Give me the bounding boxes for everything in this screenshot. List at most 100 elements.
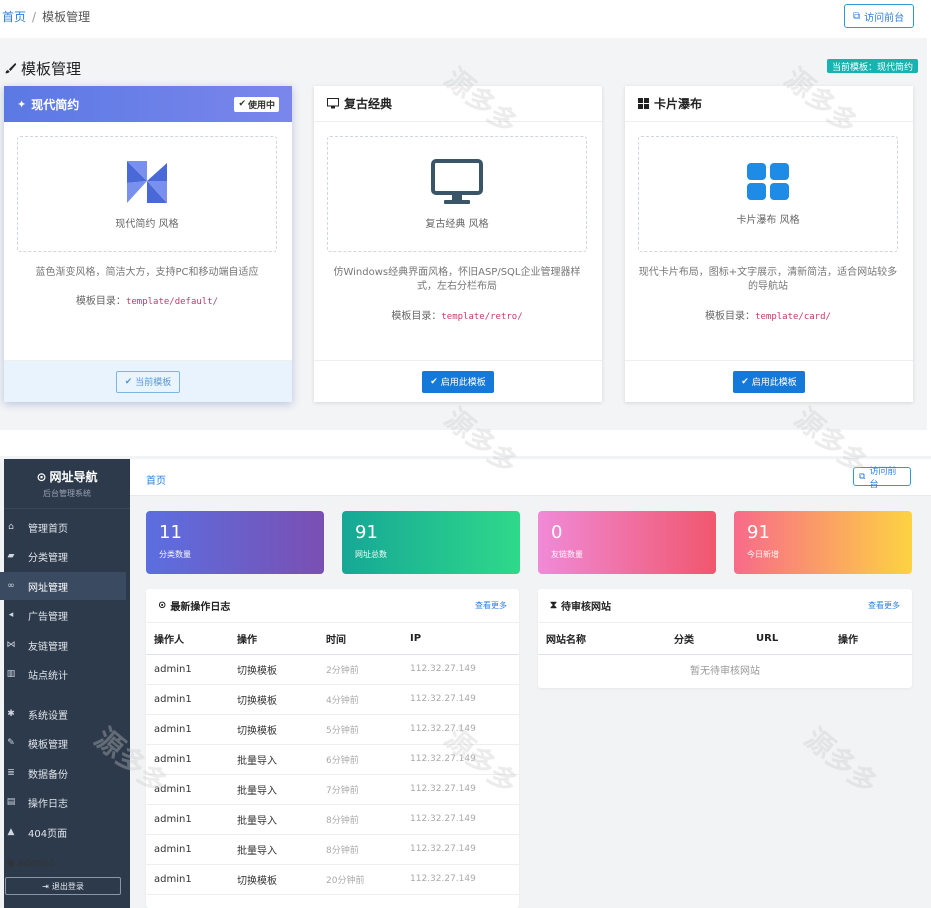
template-preview: 复古经典 风格	[327, 136, 587, 252]
current-template-badge: 当前模板：现代简约	[827, 59, 919, 73]
enable-template-label: 启用此模板	[751, 378, 797, 388]
in-use-label: 使用中	[247, 100, 275, 111]
stat-label: 网址总数	[355, 550, 387, 559]
ip-cell: 112.32.27.149	[402, 864, 519, 895]
ip-cell: 112.32.27.149	[402, 684, 519, 715]
sidebar-item-logs[interactable]: ▤ 操作日志	[0, 788, 126, 816]
current-template-label: 当前模板	[135, 378, 172, 388]
link-icon: ∞	[7, 581, 15, 591]
visit-frontend-button[interactable]: ⧉ 访问前台	[853, 467, 911, 490]
folder-icon: ▰	[7, 551, 15, 561]
sidebar-item-links[interactable]: ∞ 网址管理	[0, 572, 126, 600]
action-cell: 切换模板	[229, 654, 318, 685]
pinwheel-icon	[127, 160, 167, 203]
sidebar-item-ads[interactable]: ◂ 广告管理	[0, 601, 126, 629]
action-cell: 切换模板	[229, 864, 318, 895]
table-header-row: 网站名称 分类 URL 操作	[538, 623, 912, 655]
origami-icon: ✦	[17, 97, 27, 111]
table-header-row: 操作人 操作 时间 IP	[146, 623, 519, 655]
sidebar-item-label: 网址管理	[28, 582, 68, 594]
sidebar-brand: ⊙ 网址导航 后台管理系统	[4, 459, 130, 509]
template-description: 仿Windows经典界面风格，怀旧ASP/SQL企业管理器样式，左右分栏布局	[333, 267, 581, 292]
template-description: 现代卡片布局，图标+文字展示，清新简洁，适合网站较多的导航站	[638, 267, 898, 292]
sidebar-item-label: 数据备份	[28, 769, 68, 781]
desktop-icon	[327, 98, 339, 109]
sidebar-item-templates[interactable]: ✎ 模板管理	[0, 729, 126, 757]
bar-chart-icon: ▥	[6, 669, 16, 679]
sidebar-item-label: 模板管理	[28, 739, 68, 751]
table-row: admin1 切换模板 20分钟前 112.32.27.149	[146, 864, 519, 895]
check-icon: ✔	[430, 376, 438, 387]
gear-icon: ✱	[7, 709, 15, 719]
template-card-footer: ✔ 启用此模板	[314, 360, 602, 402]
view-more-link[interactable]: 查看更多	[868, 600, 900, 611]
grid-icon	[638, 98, 649, 109]
page-title-text: 模板管理	[21, 60, 82, 78]
template-card-header: 卡片瀑布	[625, 86, 913, 122]
template-card-retro: 复古经典 复古经典 风格 仿Windows经典界面风格，怀旧ASP/SQL企业管…	[314, 86, 602, 402]
breadcrumb-home-link[interactable]: 首页	[146, 472, 166, 487]
sidebar-item-404[interactable]: ▲ 404页面	[0, 818, 126, 846]
template-card-modern: ✦ 现代简约 ✔ 使用中 现代简约 风格 蓝色渐变风格，简洁大方，支持PC和移动端…	[4, 86, 292, 402]
external-link-icon: ⧉	[853, 10, 861, 22]
template-directory-path: template/retro/	[441, 312, 523, 322]
time-cell: 6分钟前	[318, 744, 402, 775]
operator-cell: admin1	[146, 774, 229, 805]
enable-template-button[interactable]: ✔ 启用此模板	[733, 370, 805, 393]
time-cell: 8分钟前	[318, 834, 402, 865]
current-template-button[interactable]: ✔ 当前模板	[115, 370, 181, 393]
sidebar-item-settings[interactable]: ✱ 系统设置	[0, 700, 126, 728]
sidebar-item-friend-links[interactable]: ⋈ 友链管理	[0, 631, 126, 659]
sidebar-item-categories[interactable]: ▰ 分类管理	[0, 542, 126, 570]
stat-card-friend-links: 0 友链数量	[538, 511, 716, 574]
sidebar-item-label: 操作日志	[28, 798, 68, 810]
time-cell: 5分钟前	[318, 714, 402, 745]
pending-sites-panel: ⧗ 待审核网站 查看更多 网站名称 分类 URL 操作 暂无待审核网站	[538, 589, 912, 688]
action-cell: 切换模板	[229, 684, 318, 715]
sidebar-item-dashboard[interactable]: ⌂ 管理首页	[0, 513, 126, 541]
column-header: 时间	[318, 623, 402, 655]
stat-label: 今日新增	[747, 550, 779, 559]
template-card-header: 复古经典	[314, 86, 602, 122]
template-directory-label: 模板目录：	[705, 311, 756, 322]
check-circle-icon: ✔	[124, 376, 133, 387]
enable-template-label: 启用此模板	[440, 378, 486, 388]
logout-button[interactable]: ⇥ 退出登录	[5, 877, 121, 895]
hourglass-icon: ⧗	[550, 600, 558, 611]
template-directory: 模板目录：template/default/	[17, 292, 277, 307]
sidebar-item-label: 广告管理	[28, 611, 68, 623]
operator-cell: admin1	[146, 684, 229, 715]
action-cell: 批量导入	[229, 774, 318, 805]
enable-template-button[interactable]: ✔ 启用此模板	[422, 370, 494, 393]
desktop-icon	[431, 158, 483, 204]
file-icon: ▤	[6, 797, 16, 807]
brush-icon	[5, 62, 17, 74]
stat-value: 11	[159, 522, 182, 543]
visit-frontend-button[interactable]: ⧉ 访问前台	[844, 4, 914, 28]
template-preview: 卡片瀑布 风格	[638, 136, 898, 252]
action-cell: 批量导入	[229, 744, 318, 775]
operation-log-panel: ⊙ 最新操作日志 查看更多 操作人 操作 时间 IP admin1 切换模板 2分钟…	[146, 589, 519, 908]
column-header: 操作人	[146, 623, 229, 655]
column-header: 分类	[666, 623, 748, 655]
ip-cell: 112.32.27.149	[402, 774, 519, 805]
time-cell: 20分钟前	[318, 864, 402, 895]
sidebar-item-stats[interactable]: ▥ 站点统计	[0, 660, 126, 688]
sidebar-item-label: 站点统计	[28, 670, 68, 682]
breadcrumb-home-link[interactable]: 首页	[2, 10, 26, 24]
sidebar-item-backup[interactable]: ≣ 数据备份	[0, 759, 126, 787]
current-user: ◉ admin1	[4, 858, 130, 869]
ip-cell: 112.32.27.149	[402, 654, 519, 685]
template-preview-label: 现代简约 风格	[115, 218, 179, 230]
template-directory-path: template/card/	[755, 312, 831, 322]
stat-value: 91	[747, 522, 770, 543]
action-cell: 批量导入	[229, 804, 318, 835]
view-more-link[interactable]: 查看更多	[475, 600, 507, 611]
template-preview: 现代简约 风格	[17, 136, 277, 252]
operator-cell: admin1	[146, 804, 229, 835]
template-directory-label: 模板目录：	[391, 311, 442, 322]
action-cell: 切换模板	[229, 714, 318, 745]
template-preview-label: 复古经典 风格	[425, 218, 489, 230]
table-row: admin1 切换模板 4分钟前 112.32.27.149	[146, 684, 519, 715]
clock-icon: ⊙	[158, 600, 167, 611]
